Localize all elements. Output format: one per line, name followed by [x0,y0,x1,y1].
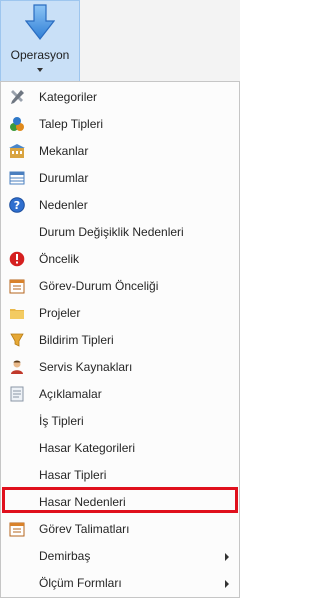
menu-item-nedenler[interactable]: ? Nedenler [1,192,239,219]
menu-item-aciklamalar[interactable]: Açıklamalar [1,381,239,408]
menu-item-label: Bildirim Tipleri [39,333,114,347]
down-arrow-icon [24,4,56,40]
notes-icon [9,386,25,402]
folder-icon [9,305,25,321]
menu-item-label: Projeler [39,306,81,320]
menu-item-label: Hasar Tipleri [39,468,107,482]
menu-item-mekanlar[interactable]: Mekanlar [1,138,239,165]
menu-item-demirbas[interactable]: Demirbaş [1,543,239,570]
help-icon: ? [9,197,25,213]
menu-item-label: Görev-Durum Önceliği [39,279,159,293]
menu-item-label: Öncelik [39,252,80,266]
menu-item-bildirim-tipleri[interactable]: Bildirim Tipleri [1,327,239,354]
menu-item-label: Açıklamalar [39,387,102,401]
menu-item-label: Görev Talimatları [39,522,130,536]
operasyon-dropdown-menu: Kategoriler Talep Tipleri Mekanlar Durum… [0,81,240,598]
menu-item-durum-degisiklik-nedenleri[interactable]: Durum Değişiklik Nedenleri [1,219,239,246]
dropdown-caret-icon [37,68,43,72]
menu-item-label: Durum Değişiklik Nedenleri [39,225,184,239]
menu-item-oncelik[interactable]: Öncelik [1,246,239,273]
calendar-icon [9,521,25,537]
menu-item-label: Durumlar [39,171,89,185]
tools-icon [9,89,25,105]
menu-item-projeler[interactable]: Projeler [1,300,239,327]
menu-item-label: Talep Tipleri [39,117,104,131]
menu-item-label: İş Tipleri [39,414,84,428]
operasyon-label: Operasyon [10,48,70,62]
menu-item-label: Ölçüm Formları [39,576,122,590]
menu-item-label: Nedenler [39,198,88,212]
calendar-icon [9,278,25,294]
menu-list: Kategoriler Talep Tipleri Mekanlar Durum… [1,84,239,597]
menu-item-hasar-tipleri[interactable]: Hasar Tipleri [1,462,239,489]
menu-item-talep-tipleri[interactable]: Talep Tipleri [1,111,239,138]
menu-item-kategoriler[interactable]: Kategoriler [1,84,239,111]
operasyon-button[interactable]: Operasyon [0,0,80,82]
menu-item-label: Servis Kaynakları [39,360,133,374]
alert-icon [9,251,25,267]
colored-shapes-icon [9,116,25,132]
submenu-arrow-icon [225,580,229,588]
menu-item-is-tipleri[interactable]: İş Tipleri [1,408,239,435]
menu-item-label: Demirbaş [39,549,91,563]
menu-item-label: Kategoriler [39,90,98,104]
submenu-arrow-icon [225,553,229,561]
svg-text:?: ? [14,199,20,212]
menu-item-servis-kaynaklari[interactable]: Servis Kaynakları [1,354,239,381]
menu-item-gorev-durum-onceligi[interactable]: Görev-Durum Önceliği [1,273,239,300]
notification-icon [9,332,25,348]
list-table-icon [9,170,25,186]
menu-item-durumlar[interactable]: Durumlar [1,165,239,192]
menu-item-gorev-talimatlari[interactable]: Görev Talimatları [1,516,239,543]
menu-item-label: Hasar Kategorileri [39,441,136,455]
menu-item-label: Hasar Nedenleri [39,495,126,509]
user-icon [9,359,25,375]
menu-item-olcum-formlari[interactable]: Ölçüm Formları [1,570,239,597]
menu-item-label: Mekanlar [39,144,89,158]
menu-item-hasar-nedenleri[interactable]: Hasar Nedenleri [1,489,239,516]
building-icon [9,143,25,159]
menu-item-hasar-kategorileri[interactable]: Hasar Kategorileri [1,435,239,462]
